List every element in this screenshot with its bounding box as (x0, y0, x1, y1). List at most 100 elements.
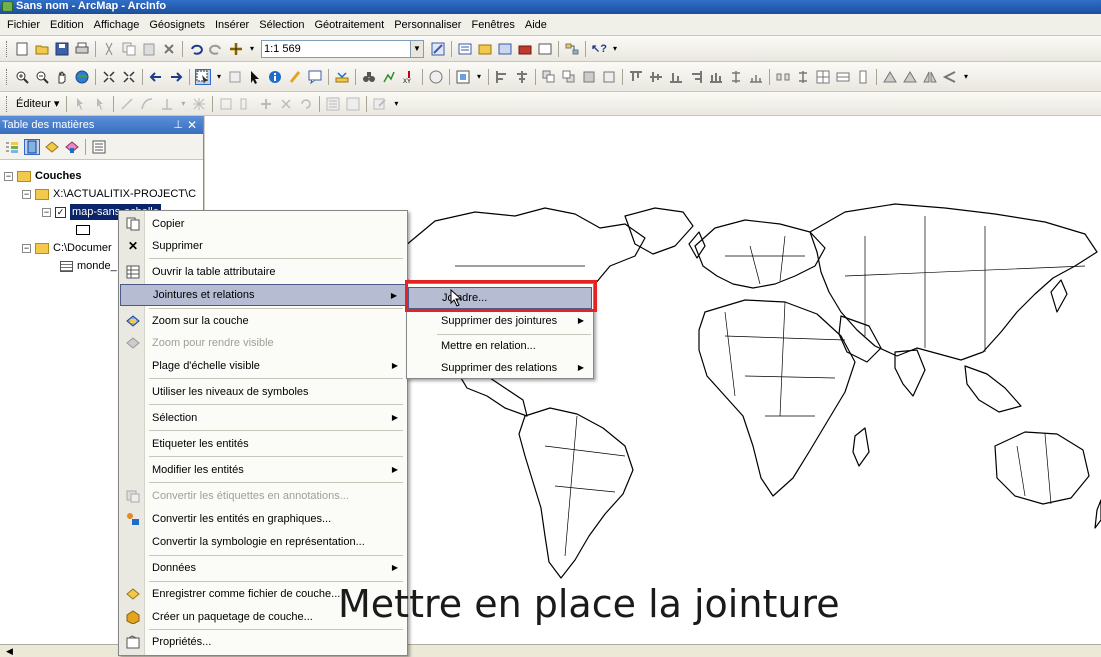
collapse-icon[interactable]: − (42, 207, 51, 217)
paste-icon[interactable] (141, 41, 157, 57)
straight-segment-icon[interactable] (119, 96, 135, 112)
identify-icon[interactable] (267, 69, 283, 85)
print-icon[interactable] (74, 41, 90, 57)
order-icon[interactable] (855, 69, 871, 85)
copy-icon[interactable] (121, 41, 137, 57)
html-popup-icon[interactable] (307, 69, 323, 85)
arctoolbox-icon[interactable] (517, 41, 533, 57)
list-by-selection-icon[interactable] (64, 139, 80, 155)
reshape-icon[interactable] (238, 96, 254, 112)
scale-dropdown-button[interactable]: ▼ (410, 39, 424, 58)
tree-row-group2[interactable]: − C:\Documer (22, 240, 112, 256)
submenu-item-supprimer-jointures[interactable]: Supprimer des jointures ▶ (408, 310, 592, 332)
edit-tool-icon[interactable] (72, 96, 88, 112)
find-icon[interactable] (361, 69, 377, 85)
distribute-icon[interactable] (708, 69, 724, 85)
chevron-down-icon[interactable]: ▾ (248, 41, 256, 57)
close-icon[interactable]: ✕ (187, 116, 197, 134)
pin-icon[interactable]: ⊥ (173, 116, 183, 134)
menu-item-ouvrir-table[interactable]: Ouvrir la table attributaire (120, 261, 406, 283)
menu-item-convertir-graphiques[interactable]: Convertir les entités en graphiques... (120, 508, 406, 530)
rotate-right-icon[interactable] (902, 69, 918, 85)
bring-forward-icon[interactable] (581, 69, 597, 85)
editor-toolbar-icon[interactable] (430, 41, 446, 57)
group-icon[interactable] (815, 69, 831, 85)
pan-hand-icon[interactable] (54, 69, 70, 85)
menu-geotraitement[interactable]: Géotraitement (310, 14, 390, 36)
chevron-down-icon[interactable]: ▾ (179, 96, 187, 112)
map-scale-input[interactable]: 1:1 569 (261, 39, 411, 58)
align-left-icon[interactable] (494, 69, 510, 85)
time-slider-icon[interactable] (428, 69, 444, 85)
select-elements-arrow-icon[interactable] (247, 69, 263, 85)
chevron-down-icon[interactable]: ▾ (392, 96, 400, 112)
flip-horizontal-icon[interactable] (922, 69, 938, 85)
select-features-icon[interactable] (195, 68, 211, 85)
distribute-horizontal-icon[interactable] (748, 69, 764, 85)
fixed-zoom-out-icon[interactable] (121, 69, 137, 85)
forward-extent-icon[interactable] (168, 69, 184, 85)
polygon-symbol-icon[interactable] (76, 225, 90, 235)
submenu-item-supprimer-relations[interactable]: Supprimer des relations ▶ (408, 357, 592, 379)
distribute-vertical-icon[interactable] (728, 69, 744, 85)
menu-inserer[interactable]: Insérer (210, 14, 254, 36)
open-folder-icon[interactable] (34, 41, 50, 57)
split-icon[interactable] (278, 96, 294, 112)
undo-icon[interactable] (188, 41, 204, 57)
nudge-icon[interactable] (942, 69, 958, 85)
add-data-icon[interactable] (228, 41, 244, 57)
go-to-xy-icon[interactable]: XY (401, 69, 417, 85)
collapse-icon[interactable]: − (22, 243, 31, 253)
align-middle-icon[interactable] (648, 69, 664, 85)
search-window-icon[interactable] (497, 41, 513, 57)
bring-to-front-icon[interactable] (541, 69, 557, 85)
send-to-back-icon[interactable] (561, 69, 577, 85)
measure-icon[interactable] (334, 69, 350, 85)
construction-tools-icon[interactable] (159, 96, 175, 112)
find-route-icon[interactable] (381, 69, 397, 85)
cut-icon[interactable] (101, 41, 117, 57)
layer-visibility-checkbox[interactable]: ✓ (55, 206, 66, 218)
tree-row-group1[interactable]: − X:\ACTUALITIX-PROJECT\C (22, 186, 196, 202)
menu-item-copier[interactable]: Copier (120, 213, 406, 235)
menu-geosignets[interactable]: Géosignets (144, 14, 210, 36)
help-pointer-icon[interactable]: ↖? (591, 41, 607, 57)
menu-selection[interactable]: Sélection (254, 14, 309, 36)
align-right-icon[interactable] (688, 69, 704, 85)
python-window-icon[interactable] (537, 41, 553, 57)
collapse-icon[interactable]: − (4, 171, 13, 181)
list-by-drawing-order-icon[interactable] (4, 139, 20, 155)
menu-item-zoom-couche[interactable]: Zoom sur la couche (120, 310, 406, 332)
menu-item-supprimer[interactable]: ✕ Supprimer (120, 235, 406, 257)
create-features-icon[interactable] (372, 96, 388, 112)
tree-row-table[interactable]: monde_ (60, 258, 117, 274)
new-document-icon[interactable] (14, 41, 30, 57)
tree-row-symbol[interactable] (76, 222, 90, 238)
align-center-icon[interactable] (514, 69, 530, 85)
tree-row-couches[interactable]: − Couches (4, 168, 81, 184)
list-by-source-icon[interactable] (24, 138, 40, 155)
back-extent-icon[interactable] (148, 69, 164, 85)
toc-options-icon[interactable] (91, 139, 107, 155)
menu-item-jointures-relations[interactable]: Jointures et relations ▶ (120, 284, 406, 306)
menu-personnaliser[interactable]: Personnaliser (389, 14, 466, 36)
scroll-left-icon[interactable]: ◀ (6, 645, 13, 657)
submenu-item-mettre-relation[interactable]: Mettre en relation... (408, 335, 592, 357)
edit-vertices-icon[interactable] (218, 96, 234, 112)
rotate-feature-icon[interactable] (298, 96, 314, 112)
menu-item-donnees[interactable]: Données ▶ (120, 557, 406, 579)
model-builder-icon[interactable] (564, 41, 580, 57)
menu-affichage[interactable]: Affichage (89, 14, 145, 36)
table-of-contents-icon[interactable] (457, 41, 473, 57)
catalog-icon[interactable] (477, 41, 493, 57)
toolbar-grip[interactable] (6, 40, 9, 57)
menu-item-modifier-entites[interactable]: Modifier les entités ▶ (120, 459, 406, 481)
menu-item-zoom-visible[interactable]: Zoom pour rendre visible (120, 332, 406, 354)
sketch-properties-icon[interactable] (345, 96, 361, 112)
menu-item-convertir-symbologie[interactable]: Convertir la symbologie en représentatio… (120, 531, 406, 553)
make-same-size-icon[interactable] (775, 69, 791, 85)
snap-icon[interactable] (191, 96, 207, 112)
menu-aide[interactable]: Aide (520, 14, 552, 36)
align-bottom-icon[interactable] (668, 69, 684, 85)
menu-item-convertir-etiquettes[interactable]: Convertir les étiquettes en annotations.… (120, 485, 406, 507)
